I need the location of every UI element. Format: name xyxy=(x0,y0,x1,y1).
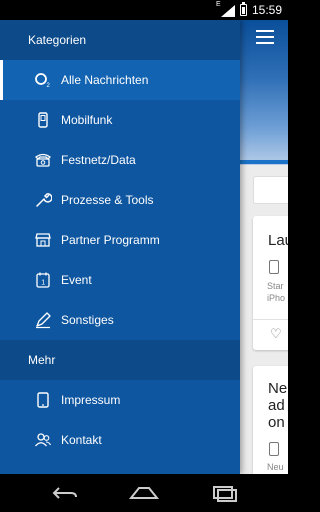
navigation-drawer: Kategorien 2 Alle Nachrichten Mobilfunk … xyxy=(0,20,240,474)
divider xyxy=(253,319,288,320)
drawer-item-label: Mobilfunk xyxy=(61,113,113,127)
drawer-item-sonstiges[interactable]: Sonstiges xyxy=(0,300,240,340)
back-icon[interactable] xyxy=(50,482,80,504)
mobile-phone-icon xyxy=(269,442,279,456)
drawer-item-label: Sonstiges xyxy=(61,313,114,327)
search-field[interactable] xyxy=(253,176,288,204)
pen-icon xyxy=(34,311,52,329)
network-type: E xyxy=(215,1,221,8)
calendar-icon: 1 xyxy=(34,271,52,289)
drawer-item-label: Partner Programm xyxy=(61,233,160,247)
section-header-kategorien: Kategorien xyxy=(0,20,240,60)
svg-text:2: 2 xyxy=(47,83,51,89)
drawer-item-label: Alle Nachrichten xyxy=(61,73,149,87)
contacts-icon xyxy=(34,431,52,449)
drawer-item-label: Festnetz/Data xyxy=(61,153,136,167)
tablet-icon xyxy=(34,391,52,409)
clock: 15:59 xyxy=(251,3,282,17)
card-title: Ne xyxy=(268,380,288,397)
svg-text:1: 1 xyxy=(41,280,45,287)
mobile-phone-icon xyxy=(34,111,52,129)
drawer-item-event[interactable]: 1 Event xyxy=(0,260,240,300)
heart-icon[interactable]: ♡ xyxy=(270,326,282,342)
drawer-item-label: Event xyxy=(61,273,92,287)
card-meta: Neu xyxy=(267,462,284,472)
system-navigation-bar xyxy=(0,474,288,512)
drawer-item-label: Kontakt xyxy=(61,433,102,447)
drawer-item-kontakt[interactable]: Kontakt xyxy=(0,420,240,460)
tab-indicator xyxy=(240,160,288,164)
drawer-item-label: Prozesse & Tools xyxy=(61,193,154,207)
storefront-icon xyxy=(34,231,52,249)
card-meta: iPho xyxy=(267,293,286,303)
drawer-item-mobilfunk[interactable]: Mobilfunk xyxy=(0,100,240,140)
news-card[interactable]: Lau Star iPho ♡ xyxy=(253,216,288,350)
drawer-item-festnetz-data[interactable]: Festnetz/Data xyxy=(0,140,240,180)
card-meta: Star xyxy=(267,281,284,291)
menu-icon[interactable] xyxy=(256,30,274,44)
wrench-icon xyxy=(34,191,52,209)
drawer-item-partner-programm[interactable]: Partner Programm xyxy=(0,220,240,260)
signal-icon: E xyxy=(216,1,235,17)
home-icon[interactable] xyxy=(129,482,159,504)
recent-apps-icon[interactable] xyxy=(209,482,239,504)
card-title: Lau xyxy=(268,232,288,249)
drawer-item-alle-nachrichten[interactable]: 2 Alle Nachrichten xyxy=(0,60,240,100)
battery-icon xyxy=(239,2,247,16)
section-header-mehr: Mehr xyxy=(0,340,240,380)
card-title: ad xyxy=(268,397,285,414)
drawer-item-impressum[interactable]: Impressum xyxy=(0,380,240,420)
drawer-item-prozesse-tools[interactable]: Prozesse & Tools xyxy=(0,180,240,220)
drawer-item-label: Impressum xyxy=(61,393,121,407)
status-bar: E 15:59 xyxy=(0,0,288,20)
mobile-phone-icon xyxy=(269,260,279,274)
o2-logo-icon: 2 xyxy=(34,71,52,89)
card-title: on xyxy=(268,414,285,431)
landline-phone-icon xyxy=(34,151,52,169)
news-card[interactable]: Ne ad on Neu xyxy=(253,366,288,474)
